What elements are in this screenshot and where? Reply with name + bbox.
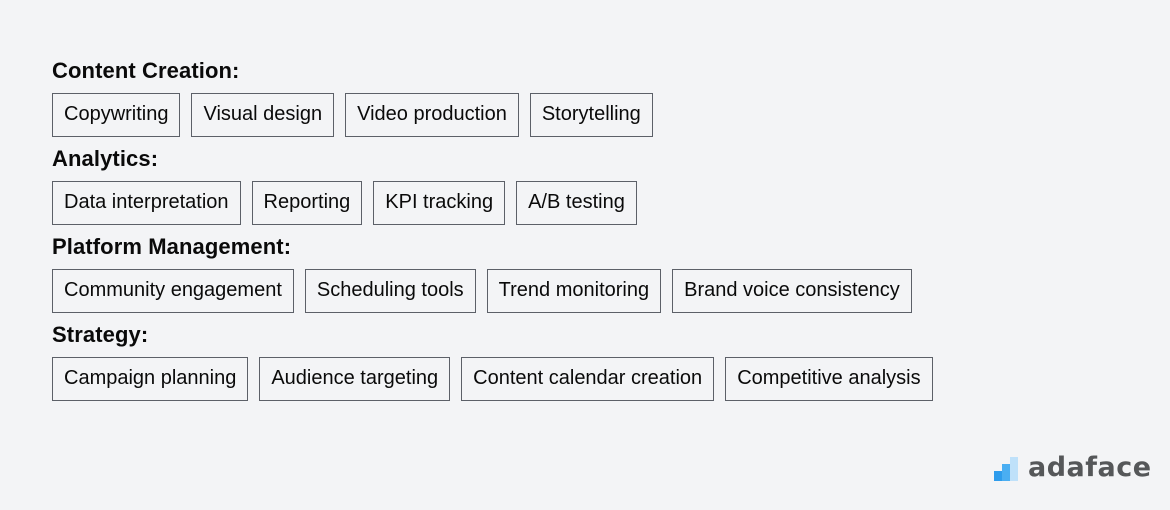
skill-tag: Reporting [251,181,363,225]
skills-list: Content Creation: Copywriting Visual des… [52,58,944,410]
skill-tag: Video production [345,93,519,137]
skill-tag: Visual design [191,93,335,137]
skill-tag: Storytelling [529,93,653,137]
group-title: Analytics: [52,146,159,171]
tag-list: Data interpretation Reporting KPI tracki… [52,181,944,225]
skill-tag: Community engagement [52,269,294,313]
tag-list: Copywriting Visual design Video producti… [52,93,944,137]
skill-tag: KPI tracking [373,181,506,225]
group-title: Platform Management: [52,234,292,259]
skill-group-strategy: Strategy: Campaign planning Audience tar… [52,322,944,401]
skill-tag: Competitive analysis [725,357,933,401]
tag-list: Community engagement Scheduling tools Tr… [52,269,944,313]
skill-tag: Copywriting [52,93,181,137]
tag-list: Campaign planning Audience targeting Con… [52,357,944,401]
skill-tag: Scheduling tools [304,269,476,313]
skill-tag: Brand voice consistency [672,269,912,313]
skill-group-platform-management: Platform Management: Community engagemen… [52,234,944,313]
group-title: Strategy: [52,322,149,347]
adaface-logo: adaface [994,453,1152,483]
skill-tag: Audience targeting [259,357,451,401]
skill-tag: Data interpretation [52,181,241,225]
bar-chart-steps-icon [994,455,1020,481]
skill-tag: Trend monitoring [486,269,662,313]
skill-tag: Campaign planning [52,357,249,401]
skill-tag: A/B testing [516,181,637,225]
group-title: Content Creation: [52,58,240,83]
skill-tag: Content calendar creation [461,357,715,401]
skill-group-content-creation: Content Creation: Copywriting Visual des… [52,58,944,137]
skill-group-analytics: Analytics: Data interpretation Reporting… [52,146,944,225]
logo-text: adaface [1028,452,1152,483]
